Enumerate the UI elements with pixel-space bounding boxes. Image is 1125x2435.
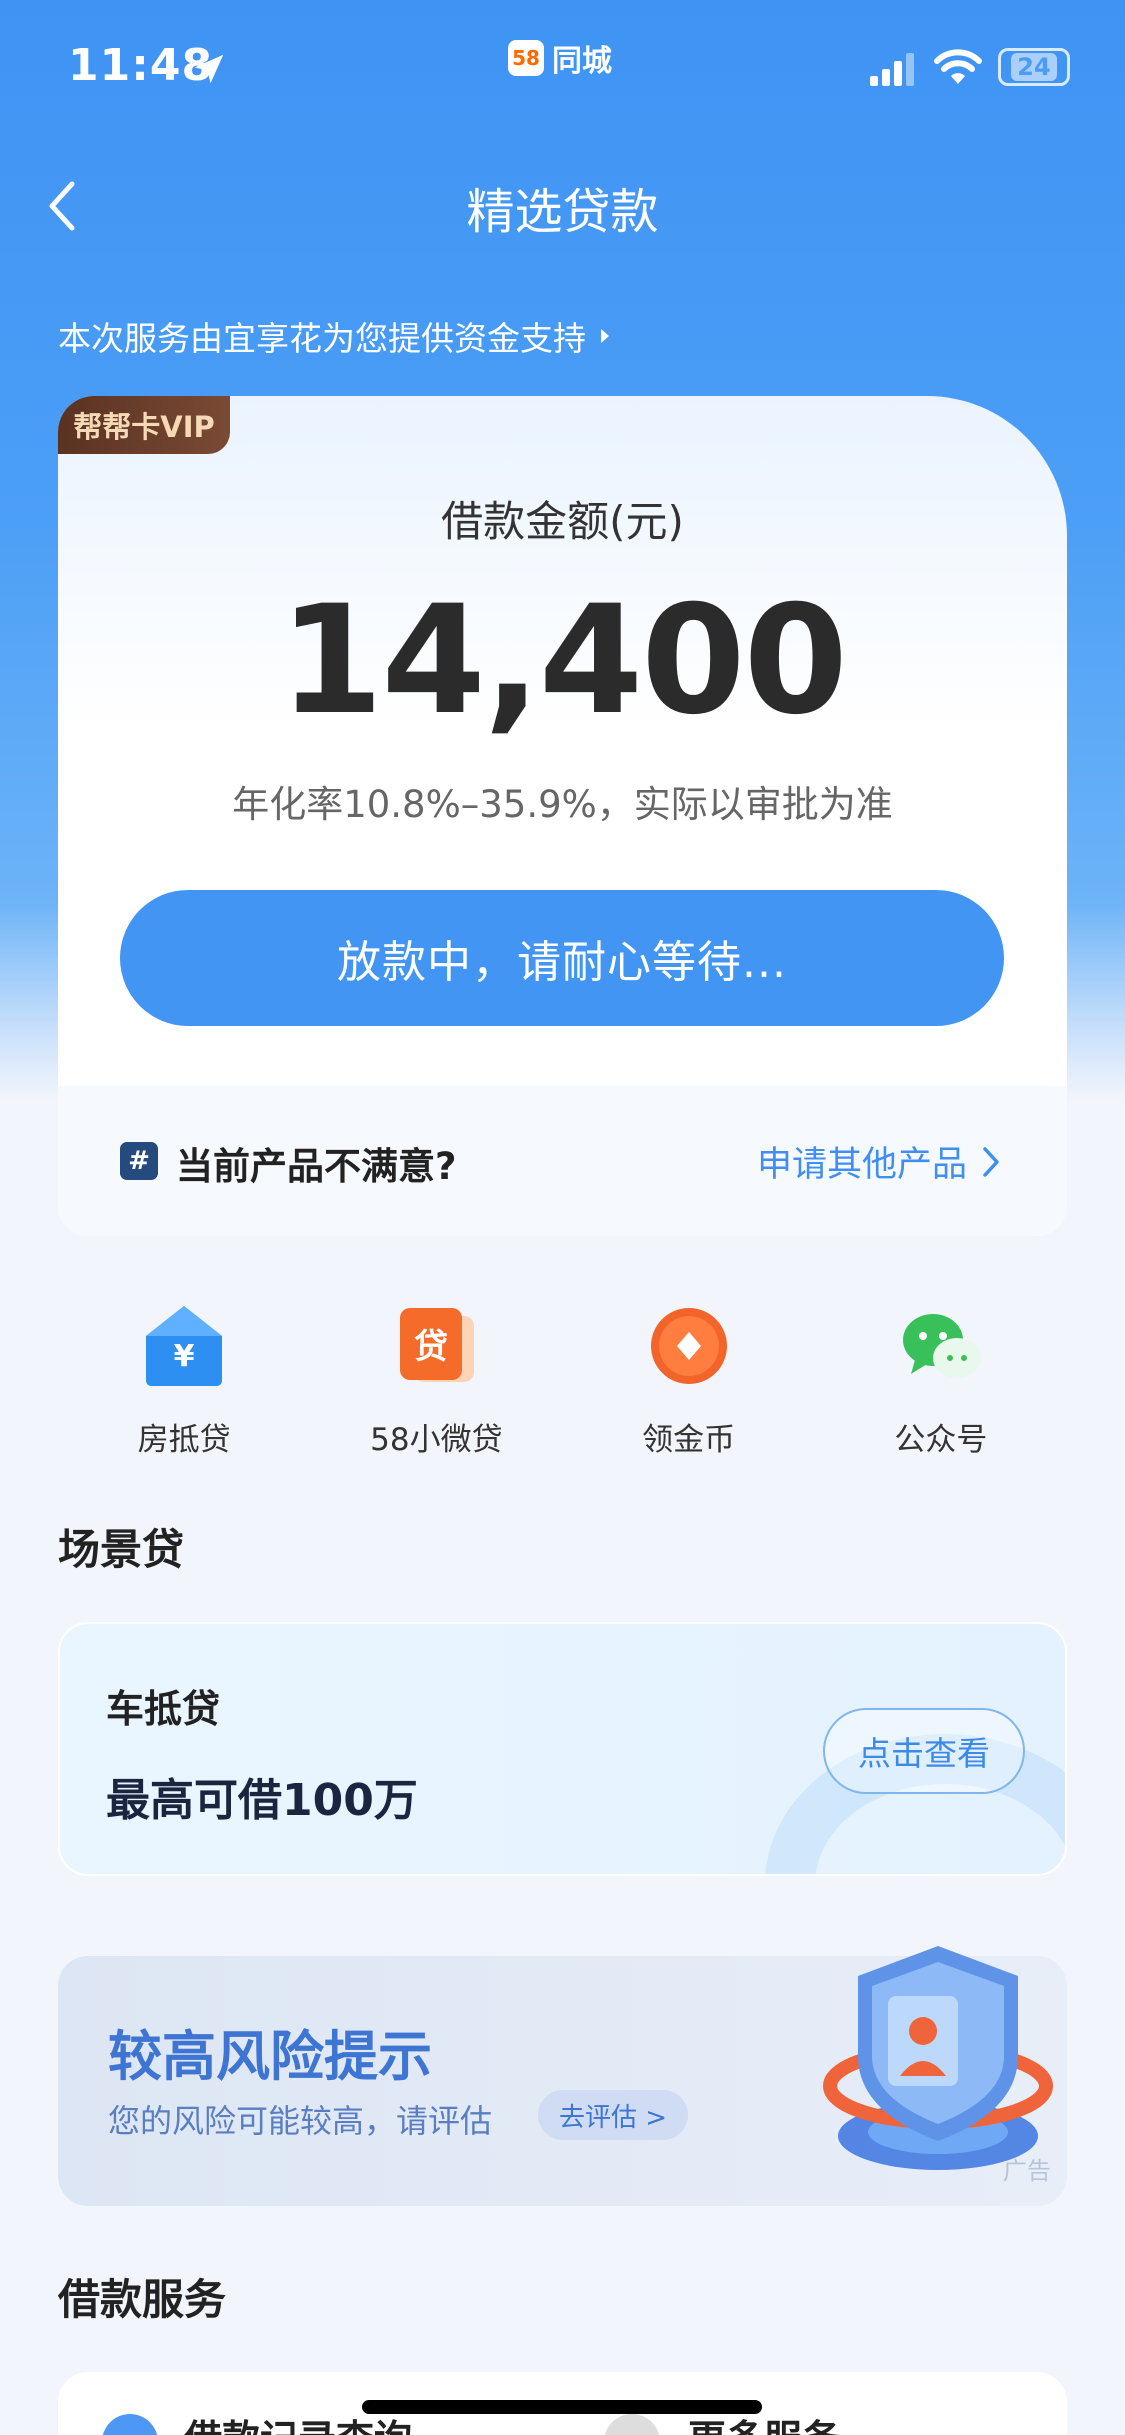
scene-loan-name: 车抵贷 (106, 1687, 221, 1731)
other-products-label: 申请其他产品 (756, 1145, 967, 1185)
loan-card: 帮帮卡VIP 借款金额(元) 14,400 年化率10.8%–35.9%，实际以… (58, 396, 1067, 1236)
cellular-signal-icon (870, 53, 914, 86)
shield-illustration-icon (823, 1946, 1053, 2170)
svg-text:¥: ¥ (174, 1339, 195, 1374)
services-section-title: 借款服务 (58, 2275, 227, 2324)
scene-loan-sub: 最高可借100万 (106, 1775, 418, 1826)
carrier: 58 同城 (508, 36, 612, 80)
shortcut-label: 领金币 (642, 1422, 736, 1458)
shortcut-label: 公众号 (894, 1422, 988, 1458)
vip-badge: 帮帮卡VIP (58, 396, 230, 454)
unsatisfied-text: 当前产品不满意? (176, 1145, 457, 1188)
assess-button[interactable]: 去评估 > (538, 2090, 688, 2140)
page-title: 精选贷款 (466, 184, 659, 240)
nav-bar: 精选贷款 (0, 160, 1125, 250)
shortcut-wechat[interactable]: 公众号 (815, 1300, 1067, 1470)
wechat-icon (902, 1314, 981, 1378)
coin-icon (650, 1308, 727, 1384)
shortcut-label: 58小微贷 (370, 1422, 503, 1458)
risk-title: 较高风险提示 (108, 2025, 432, 2088)
risk-warning-banner[interactable]: 较高风险提示 您的风险可能较高，请评估 去评估 > 广告 (58, 1946, 1067, 2206)
house-yuan-icon: ¥ (146, 1306, 223, 1386)
loan-tag-icon: 贷 (400, 1308, 475, 1382)
shortcut-label: 房抵贷 (137, 1422, 231, 1458)
shortcut-house-loan[interactable]: ¥ 房抵贷 (58, 1300, 310, 1470)
shortcut-grid: ¥ 房抵贷 贷 58小微贷 领金币 公众号 (58, 1300, 1067, 1470)
svg-text:贷: 贷 (414, 1327, 448, 1367)
battery-icon: 24 (998, 48, 1070, 86)
amount-label: 借款金额(元) (441, 497, 684, 546)
location-arrow-icon (194, 54, 224, 84)
card-footer: # 当前产品不满意? 申请其他产品 (58, 1086, 1067, 1236)
carrier-name: 同城 (552, 44, 612, 79)
view-details-button[interactable]: 点击查看 (823, 1708, 1025, 1794)
other-products-link[interactable]: 申请其他产品 (757, 1136, 1001, 1187)
loan-amount: 14,400 (279, 574, 848, 748)
scene-loan-card[interactable]: 车抵贷 最高可借100万 点击查看 (58, 1622, 1067, 1876)
chevron-right-icon (983, 1146, 999, 1177)
more-services-icon (604, 2414, 660, 2435)
battery-level: 24 (1011, 53, 1057, 81)
carrier-logo: 58 (508, 40, 544, 76)
loan-status-button[interactable]: 放款中，请耐心等待... (120, 890, 1004, 1026)
provider-notice-text: 本次服务由宜享花为您提供资金支持 (58, 319, 586, 358)
records-icon (102, 2414, 158, 2435)
rate-note: 年化率10.8%–35.9%，实际以审批为准 (232, 783, 893, 826)
home-indicator[interactable] (362, 2400, 762, 2414)
provider-notice[interactable]: 本次服务由宜享花为您提供资金支持 (58, 312, 612, 360)
scene-section-title: 场景贷 (58, 1525, 185, 1574)
hash-icon: # (120, 1142, 158, 1180)
shortcut-58-loan[interactable]: 贷 58小微贷 (310, 1300, 562, 1470)
status-bar: 11:48 58 同城 24 (0, 0, 1125, 140)
wifi-icon (934, 49, 982, 84)
shortcut-coins[interactable]: 领金币 (563, 1300, 815, 1470)
caret-right-icon (601, 329, 609, 343)
risk-subtitle: 您的风险可能较高，请评估 (108, 2102, 493, 2140)
